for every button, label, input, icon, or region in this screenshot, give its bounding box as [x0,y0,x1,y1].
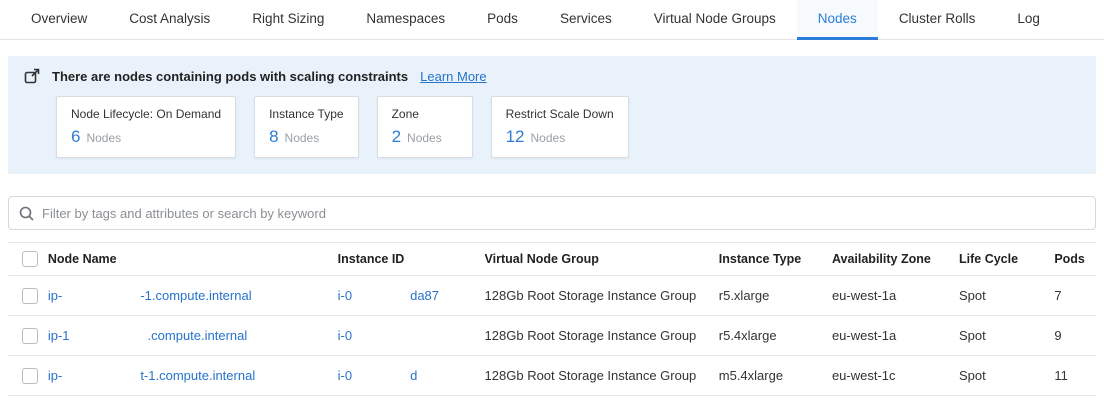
vng-cell: 128Gb Root Storage Instance Group [485,288,719,303]
redacted-segment [70,339,148,340]
row-checkbox[interactable] [22,288,38,304]
table-header-row: Node Name Instance ID Virtual Node Group… [8,242,1096,276]
card-title: Instance Type [269,107,344,121]
node-name-cell: ip-t-1.compute.internal [48,368,338,383]
card-instance-type[interactable]: Instance Type 8 Nodes [254,96,359,158]
tab-overview[interactable]: Overview [10,0,108,40]
tab-services[interactable]: Services [539,0,633,40]
tab-right-sizing[interactable]: Right Sizing [231,0,345,40]
card-unit: Nodes [86,131,121,145]
pods-cell: 9 [1054,328,1096,343]
redacted-segment [62,379,140,380]
row-select-cell [8,368,48,384]
row-checkbox[interactable] [22,328,38,344]
col-header-availability-zone[interactable]: Availability Zone [832,252,959,266]
card-unit: Nodes [531,131,566,145]
pods-cell: 7 [1054,288,1096,303]
instance-id-cell: i-0da87 [338,288,485,303]
select-all-cell [8,251,48,267]
life-cycle-cell: Spot [959,288,1054,303]
instance-type-cell: m5.4xlarge [719,368,832,383]
table-row: ip-t-1.compute.internal i-0d 128Gb Root … [8,356,1096,396]
instance-id-cell: i-0 [338,328,485,343]
card-title: Restrict Scale Down [506,107,614,121]
node-name-link[interactable]: ip-1.compute.internal [48,328,247,343]
row-select-cell [8,288,48,304]
col-header-instance-id[interactable]: Instance ID [338,252,485,266]
instance-type-cell: r5.xlarge [719,288,832,303]
tab-pods[interactable]: Pods [466,0,539,40]
card-count: 12 [506,127,525,147]
select-all-checkbox[interactable] [22,251,38,267]
tab-bar: Overview Cost Analysis Right Sizing Name… [0,0,1104,40]
card-zone[interactable]: Zone 2 Nodes [377,96,473,158]
nodes-table: Node Name Instance ID Virtual Node Group… [8,242,1096,396]
learn-more-link[interactable]: Learn More [420,69,486,84]
card-unit: Nodes [285,131,320,145]
table-row: ip--1.compute.internal i-0da87 128Gb Roo… [8,276,1096,316]
availability-zone-cell: eu-west-1a [832,328,959,343]
life-cycle-cell: Spot [959,328,1054,343]
instance-id-link[interactable]: i-0 [338,328,410,343]
instance-type-cell: r5.4xlarge [719,328,832,343]
filter-input[interactable] [42,206,1085,221]
row-checkbox[interactable] [22,368,38,384]
redacted-segment [62,299,140,300]
card-count: 2 [392,127,401,147]
row-select-cell [8,328,48,344]
tab-log[interactable]: Log [996,0,1061,40]
redacted-segment [352,299,410,300]
col-header-instance-type[interactable]: Instance Type [719,252,832,266]
vng-cell: 128Gb Root Storage Instance Group [485,328,719,343]
redacted-segment [352,339,410,340]
pods-cell: 11 [1054,368,1096,383]
availability-zone-cell: eu-west-1a [832,288,959,303]
card-count: 8 [269,127,278,147]
redacted-segment [352,379,410,380]
instance-id-link[interactable]: i-0d [338,368,418,383]
tab-cost-analysis[interactable]: Cost Analysis [108,0,231,40]
tab-cluster-rolls[interactable]: Cluster Rolls [878,0,997,40]
col-header-virtual-node-group[interactable]: Virtual Node Group [485,252,719,266]
constraint-cards: Node Lifecycle: On Demand 6 Nodes Instan… [56,96,1080,158]
instance-id-link[interactable]: i-0da87 [338,288,439,303]
col-header-life-cycle[interactable]: Life Cycle [959,252,1054,266]
availability-zone-cell: eu-west-1c [832,368,959,383]
card-node-lifecycle[interactable]: Node Lifecycle: On Demand 6 Nodes [56,96,236,158]
node-name-link[interactable]: ip-t-1.compute.internal [48,368,255,383]
node-name-link[interactable]: ip--1.compute.internal [48,288,252,303]
vng-cell: 128Gb Root Storage Instance Group [485,368,719,383]
tab-namespaces[interactable]: Namespaces [345,0,466,40]
node-name-cell: ip-1.compute.internal [48,328,338,343]
tab-virtual-node-groups[interactable]: Virtual Node Groups [633,0,797,40]
card-restrict-scale-down[interactable]: Restrict Scale Down 12 Nodes [491,96,629,158]
filter-bar [8,196,1096,230]
search-icon [19,206,34,221]
scaling-constraint-icon [24,68,40,84]
card-count: 6 [71,127,80,147]
col-header-node-name[interactable]: Node Name [48,252,338,266]
life-cycle-cell: Spot [959,368,1054,383]
card-title: Zone [392,107,458,121]
banner-message: There are nodes containing pods with sca… [52,69,408,84]
scaling-constraints-banner: There are nodes containing pods with sca… [8,56,1096,174]
card-title: Node Lifecycle: On Demand [71,107,221,121]
table-row: ip-1.compute.internal i-0 128Gb Root Sto… [8,316,1096,356]
node-name-cell: ip--1.compute.internal [48,288,338,303]
tab-nodes[interactable]: Nodes [797,0,878,40]
col-header-pods[interactable]: Pods [1054,252,1096,266]
instance-id-cell: i-0d [338,368,485,383]
card-unit: Nodes [407,131,442,145]
